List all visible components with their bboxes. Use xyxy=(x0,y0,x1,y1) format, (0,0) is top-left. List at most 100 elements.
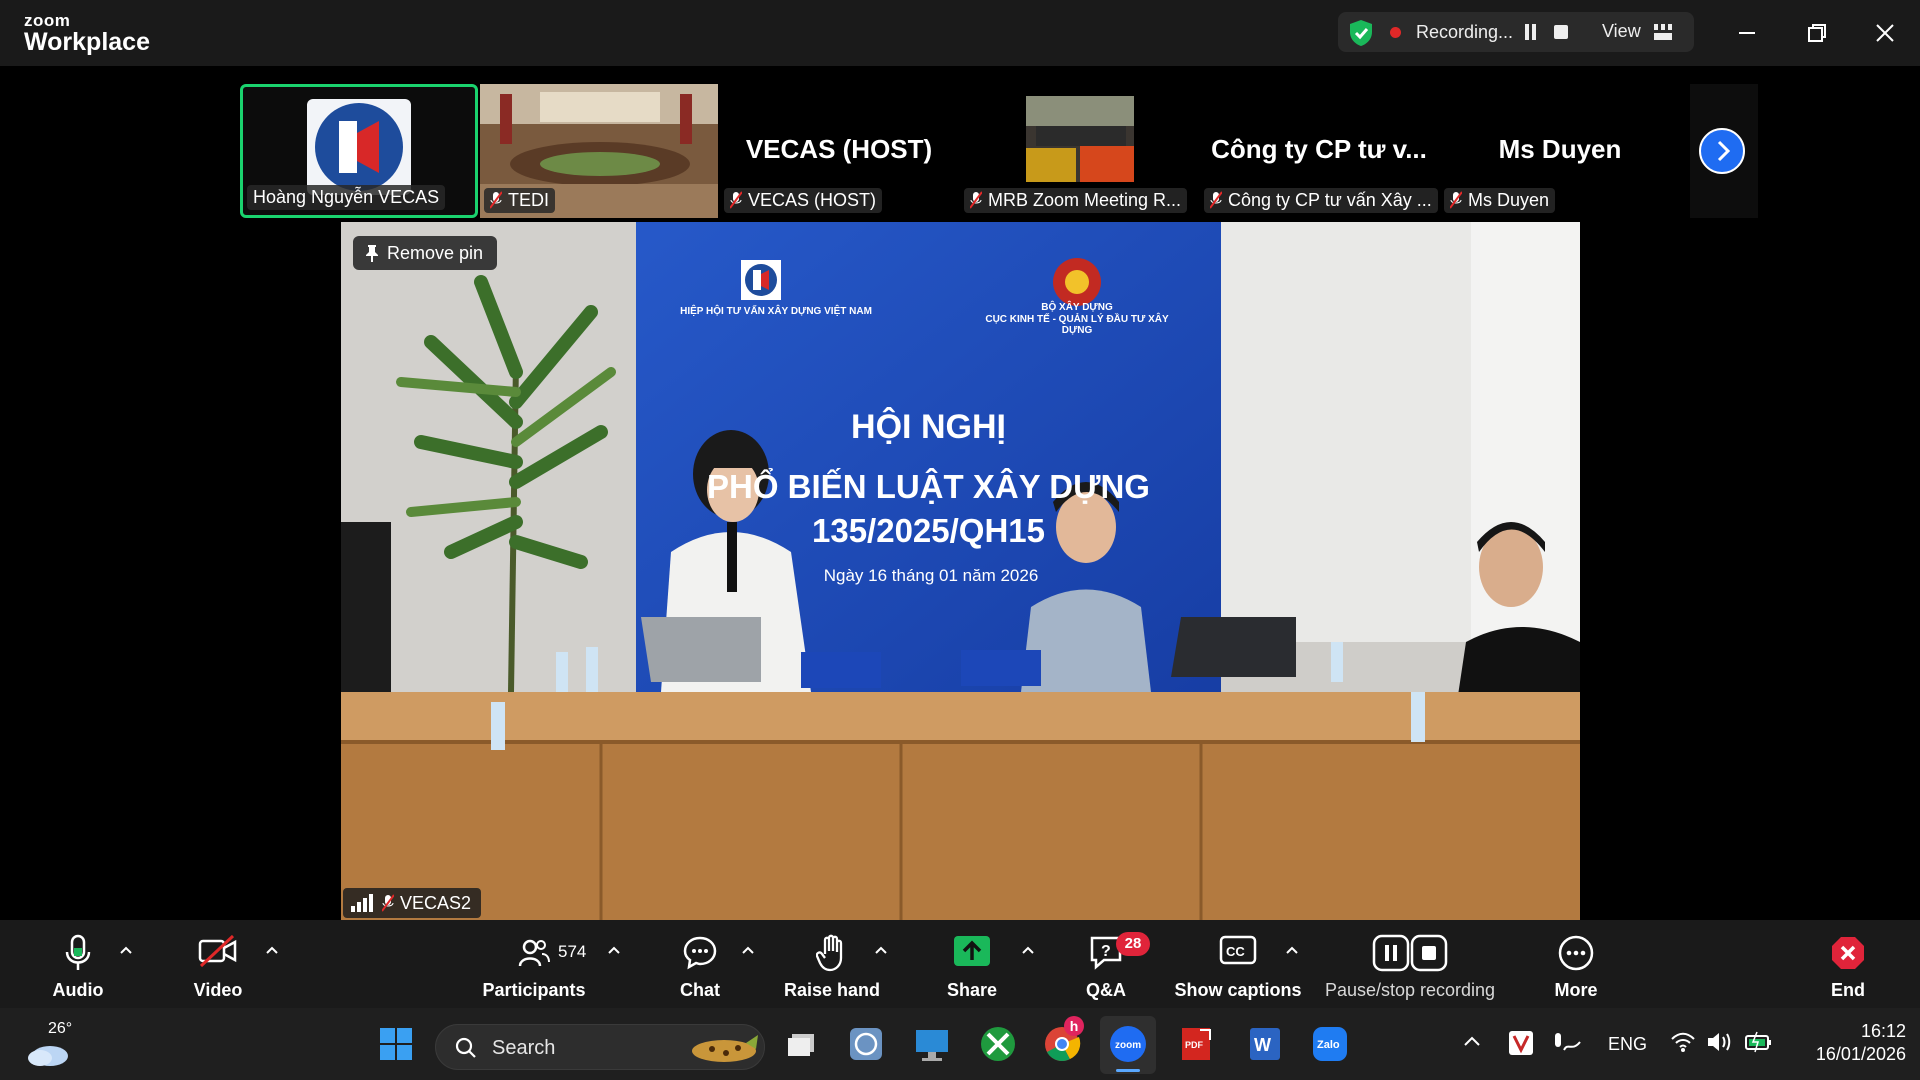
participant-tile[interactable]: VECAS (HOST) VECAS (HOST) xyxy=(720,84,958,218)
participant-name-tag: MRB Zoom Meeting R... xyxy=(964,188,1188,213)
clock[interactable]: 16:12 16/01/2026 xyxy=(1788,1020,1906,1066)
participant-name: TEDI xyxy=(508,190,550,210)
participant-tile[interactable]: TEDI xyxy=(480,84,718,218)
next-page-button[interactable] xyxy=(1690,84,1758,218)
captions-options-caret-icon[interactable] xyxy=(1284,944,1300,956)
windows-start-icon[interactable] xyxy=(374,1022,418,1066)
audio-options-caret-icon[interactable] xyxy=(118,944,134,956)
muted-mic-icon xyxy=(1210,191,1222,209)
end-meeting-button[interactable]: End xyxy=(1808,920,1888,1008)
weather-widget[interactable]: 26° xyxy=(26,1020,86,1070)
muted-mic-icon xyxy=(1450,191,1462,209)
raise-hand-button[interactable]: Raise hand xyxy=(784,920,880,1008)
close-window-icon[interactable] xyxy=(1868,16,1902,50)
speaker-name-tag: VECAS2 xyxy=(343,888,482,918)
participants-count: 574 xyxy=(558,942,587,961)
signal-strength-icon xyxy=(351,894,373,912)
remote-desktop-icon[interactable] xyxy=(844,1022,888,1066)
xbox-icon[interactable] xyxy=(976,1022,1020,1066)
share-button[interactable]: Share xyxy=(932,920,1012,1008)
pen-input-icon[interactable] xyxy=(1552,1030,1582,1056)
participant-tile[interactable]: Công ty CP tư v... Công ty CP tư vấn Xây… xyxy=(1200,84,1438,218)
pause-recording-icon[interactable] xyxy=(1524,24,1538,40)
more-icon xyxy=(1558,935,1594,971)
show-hidden-icons-chevron-icon[interactable] xyxy=(1462,1034,1482,1048)
participant-name-tag: Công ty CP tư vấn Xây ... xyxy=(1204,188,1438,213)
share-label: Share xyxy=(946,980,998,1000)
language-indicator[interactable]: ENG xyxy=(1608,1034,1647,1055)
video-button[interactable]: Video xyxy=(178,920,258,1008)
video-options-caret-icon[interactable] xyxy=(264,944,280,956)
participant-tile[interactable]: MRB Zoom Meeting R... xyxy=(960,84,1198,218)
chrome-profile-badge: h xyxy=(1064,1016,1084,1036)
chat-button[interactable]: Chat xyxy=(660,920,740,1008)
share-options-caret-icon[interactable] xyxy=(1020,944,1036,956)
chevron-right-icon[interactable] xyxy=(1699,128,1745,174)
svg-text:W: W xyxy=(1254,1035,1271,1055)
speaker-name: VECAS2 xyxy=(400,893,472,913)
zalo-app-icon[interactable]: Zalo xyxy=(1308,1022,1352,1066)
qa-badge: 28 xyxy=(1116,932,1150,956)
vivaldi-tray-icon[interactable] xyxy=(1508,1030,1534,1056)
pin-icon xyxy=(366,245,378,262)
meeting-toolbar: Audio Video 574 Participants Chat Raise … xyxy=(0,920,1920,1008)
raise-hand-options-caret-icon[interactable] xyxy=(873,944,889,956)
word-app-icon[interactable]: W xyxy=(1242,1022,1286,1066)
share-screen-icon xyxy=(954,936,990,966)
audio-button[interactable]: Audio xyxy=(38,920,118,1008)
participant-name-tag: TEDI xyxy=(484,188,556,213)
encryption-shield-icon[interactable] xyxy=(1348,19,1374,47)
pause-stop-recording-button[interactable]: Pause/stop recording xyxy=(1320,920,1500,1008)
pdf-app-icon[interactable]: PDF xyxy=(1174,1022,1218,1066)
banner-title-2: PHỔ BIẾN LUẬT XÂY DỰNG xyxy=(707,468,1150,505)
participant-name: Công ty CP tư vấn Xây ... xyxy=(1228,190,1432,210)
participant-name: Ms Duyen xyxy=(1468,190,1550,210)
chrome-app[interactable]: h xyxy=(1040,1016,1084,1066)
view-grid-icon[interactable] xyxy=(1654,24,1672,40)
chat-options-caret-icon[interactable] xyxy=(740,944,756,956)
main-video[interactable]: HIỆP HỘI TƯ VẤN XÂY DỰNG VIỆT NAM BỘ XÂY… xyxy=(341,222,1580,920)
search-placeholder: Search xyxy=(492,1037,556,1059)
raise-hand-icon xyxy=(816,934,843,972)
pause-stop-recording-label: Pause/stop recording xyxy=(1324,980,1496,1000)
microphone-icon xyxy=(65,934,91,970)
wifi-icon[interactable] xyxy=(1670,1030,1696,1054)
svg-text:CC: CC xyxy=(1226,944,1245,959)
stop-recording-icon[interactable] xyxy=(1554,25,1568,39)
vecas-logo-avatar xyxy=(307,99,411,195)
battery-charging-icon[interactable] xyxy=(1744,1030,1774,1054)
weather-temp: 26° xyxy=(48,1020,73,1037)
zoom-taskbar-app[interactable]: zoom xyxy=(1100,1016,1156,1074)
monitor-app-icon[interactable] xyxy=(910,1022,954,1066)
meeting-room-video xyxy=(1026,96,1134,182)
participant-tile[interactable]: Ms Duyen Ms Duyen xyxy=(1440,84,1680,218)
banner-title-1: HỘI NGHỊ xyxy=(851,408,1006,446)
view-button[interactable]: View xyxy=(1602,21,1641,42)
recording-status-pill: Recording... View xyxy=(1338,12,1694,52)
qa-button[interactable]: ? 28 Q&A xyxy=(1066,920,1150,1008)
participant-name: Hoàng Nguyễn VECAS xyxy=(253,187,440,207)
search-icon xyxy=(455,1037,476,1058)
participants-button[interactable]: 574 Participants xyxy=(478,920,590,1008)
taskbar-search-box[interactable]: Search xyxy=(435,1024,765,1070)
chat-icon xyxy=(683,936,717,970)
remove-pin-button[interactable]: Remove pin xyxy=(353,236,498,270)
participants-icon xyxy=(518,939,550,967)
brand-small: zoom xyxy=(24,11,71,30)
participant-name: VECAS (HOST) xyxy=(748,190,877,210)
participants-options-caret-icon[interactable] xyxy=(606,944,622,956)
banner-title-3: 135/2025/QH15 xyxy=(811,512,1045,549)
show-captions-button[interactable]: CC Show captions xyxy=(1172,920,1304,1008)
volume-icon[interactable] xyxy=(1706,1030,1732,1054)
recording-label: Recording... xyxy=(1416,22,1514,42)
minimize-icon[interactable] xyxy=(1730,16,1764,50)
qa-label: Q&A xyxy=(1086,980,1126,1000)
svg-text:zoom: zoom xyxy=(1115,1040,1141,1051)
chat-label: Chat xyxy=(680,980,720,1000)
participant-tile[interactable]: Hoàng Nguyễn VECAS xyxy=(240,84,478,218)
participant-big-name: VECAS (HOST) xyxy=(745,134,933,164)
restore-window-icon[interactable] xyxy=(1800,16,1834,50)
raise-hand-label: Raise hand xyxy=(784,980,881,1000)
more-button[interactable]: More xyxy=(1536,920,1616,1008)
task-view-icon[interactable] xyxy=(780,1022,824,1066)
